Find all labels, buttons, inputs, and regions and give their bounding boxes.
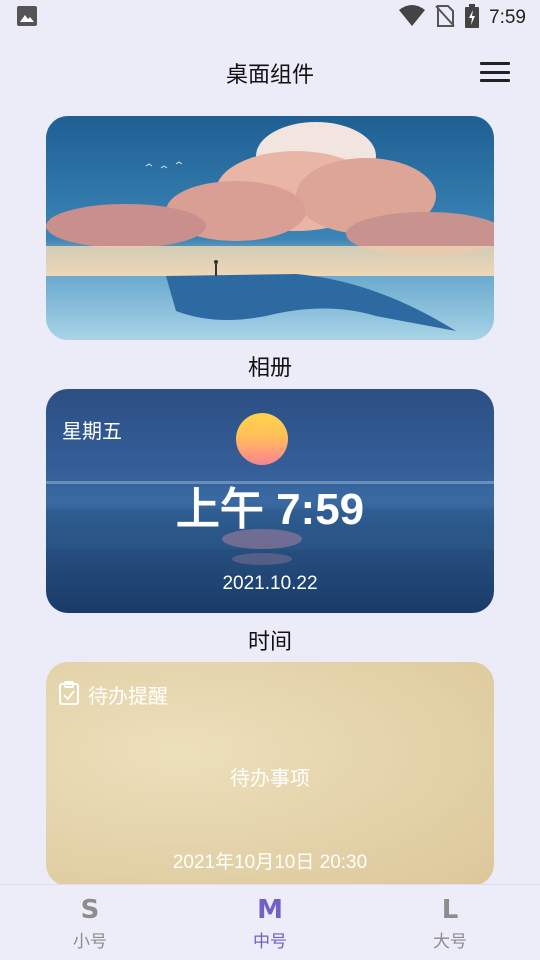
clipboard-check-icon: [58, 680, 80, 709]
todo-header: 待办提醒: [58, 680, 168, 709]
status-time: 7:59: [489, 7, 526, 28]
nav-medium-icon: M: [257, 894, 283, 925]
status-right: 7:59: [399, 4, 526, 32]
battery-charging-icon: [465, 4, 480, 32]
todo-title: 待办提醒: [88, 684, 168, 708]
menu-button[interactable]: [480, 59, 510, 85]
menu-icon-bar: [480, 70, 510, 74]
photo-widget-image: [46, 116, 494, 340]
clock-display: 上午 7:59: [175, 485, 365, 534]
nav-small-label: 小号: [73, 931, 107, 952]
sun-icon: [236, 413, 288, 465]
time-widget-card[interactable]: 星期五 上午 7:59 2021.10.22: [46, 389, 494, 613]
photo-widget-label: 相册: [247, 356, 292, 381]
app-bar: 桌面组件: [0, 44, 540, 102]
nav-item-medium[interactable]: M 中号: [180, 885, 360, 960]
wifi-icon: [399, 5, 426, 31]
menu-icon: [480, 62, 510, 65]
no-sim-icon: [435, 4, 455, 32]
todo-item: 待办事项: [230, 766, 310, 790]
nav-item-small[interactable]: S 小号: [0, 885, 180, 960]
bottom-navigation: S 小号 M 中号 L 大号: [0, 884, 540, 960]
photo-widget-card[interactable]: [46, 116, 494, 340]
nav-small-icon: S: [80, 894, 100, 925]
status-bar: 7:59: [0, 0, 540, 36]
todo-datetime: 2021年10月10日 20:30: [172, 852, 368, 873]
time-widget-label: 时间: [247, 630, 292, 655]
menu-icon-bar: [480, 79, 510, 82]
nav-item-large[interactable]: L 大号: [360, 885, 540, 960]
nav-large-icon: L: [441, 894, 459, 925]
date-display: 2021.10.22: [222, 573, 318, 594]
page-title: 桌面组件: [225, 63, 314, 88]
weekday-label: 星期五: [62, 419, 122, 443]
image-notification-icon: [16, 5, 38, 31]
todo-widget-card[interactable]: 待办提醒 待办事项 2021年10月10日 20:30: [46, 662, 494, 886]
nav-medium-label: 中号: [253, 931, 287, 952]
nav-large-label: 大号: [433, 931, 467, 952]
status-left: [16, 5, 38, 31]
